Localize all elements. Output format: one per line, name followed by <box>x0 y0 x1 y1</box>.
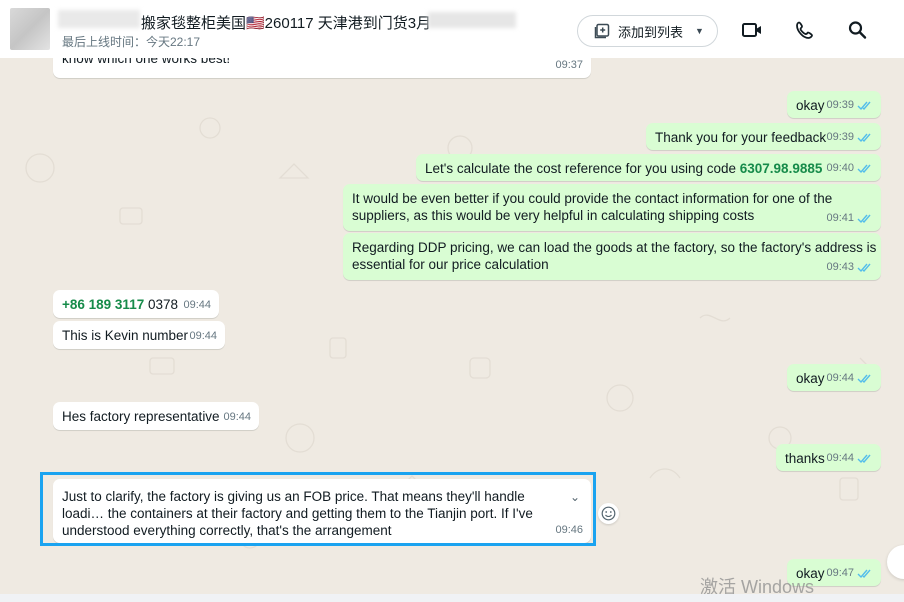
double-check-icon <box>857 454 871 464</box>
emoji-icon <box>601 506 616 521</box>
double-check-icon <box>857 569 871 579</box>
message-incoming[interactable]: know which one works best! 09:37 <box>53 58 591 78</box>
message-outgoing[interactable]: thanks 09:44 <box>776 444 881 471</box>
voice-call-icon[interactable] <box>794 20 816 40</box>
message-meta: 09:39 <box>826 97 873 114</box>
message-incoming[interactable]: Hes factory representative 09:44 <box>53 402 259 430</box>
time-label: 09:40 <box>826 162 854 174</box>
time-label: 09:41 <box>826 212 854 224</box>
time-label: 09:44 <box>826 452 854 464</box>
contact-name[interactable]: 搬家毯整柜美国🇺🇸260117 天津港到门货3月 <box>141 12 431 33</box>
message-time: 09:37 <box>555 58 583 74</box>
message-incoming[interactable]: +86 189 3117 0378 09:44 <box>53 290 219 318</box>
message-incoming[interactable]: This is Kevin number 09:44 <box>53 321 225 349</box>
last-seen-status: 最后上线时间：今天22:17 <box>62 35 201 49</box>
time-label: 09:44 <box>223 411 251 423</box>
time-label: 09:37 <box>555 59 583 71</box>
message-text: know which one works best! <box>62 58 231 66</box>
message-meta: 09:47 <box>826 565 873 582</box>
time-label: 09:46 <box>555 524 583 536</box>
time-label: 09:44 <box>826 372 854 384</box>
contact-avatar[interactable] <box>10 8 50 50</box>
blurred-name-part <box>58 10 140 28</box>
message-text: Just to clarify, the factory is giving u… <box>62 489 533 538</box>
double-check-icon <box>857 164 871 174</box>
message-meta: 09:44 <box>826 370 873 387</box>
message-meta: 09:44 <box>223 409 251 426</box>
message-list[interactable]: know which one works best! 09:37 okay 09… <box>0 58 904 602</box>
message-meta: 09:46 <box>555 522 583 539</box>
double-check-icon <box>857 101 871 111</box>
message-text: Thank you for your feedback <box>655 130 827 145</box>
time-label: 09:43 <box>826 261 854 273</box>
time-label: 09:44 <box>183 299 211 311</box>
time-label: 09:39 <box>826 131 854 143</box>
add-to-list-label: 添加到列表 <box>618 24 684 40</box>
message-menu-chevron-icon[interactable]: ⌄ <box>570 490 580 504</box>
message-meta: 09:40 <box>826 160 873 177</box>
video-call-icon[interactable] <box>741 20 763 40</box>
phone-number-link[interactable]: +86 189 3117 <box>62 297 144 312</box>
message-meta: 09:41 <box>826 210 873 227</box>
chevron-down-icon: ▼ <box>695 26 704 36</box>
add-to-list-icon <box>594 23 610 39</box>
message-meta: 09:44 <box>189 328 217 345</box>
hs-code[interactable]: 6307.98.9885 <box>740 161 823 176</box>
phone-number-rest: 0378 <box>144 297 179 312</box>
message-text: okay <box>796 371 825 386</box>
double-check-icon <box>857 214 871 224</box>
message-meta: 09:43 <box>826 259 873 276</box>
message-meta: 09:39 <box>826 129 873 146</box>
message-text: Let's calculate the cost reference for y… <box>425 161 822 176</box>
composer-bar-edge <box>0 594 904 602</box>
search-icon[interactable] <box>847 20 869 40</box>
message-text: This is Kevin number <box>62 328 189 343</box>
message-text: +86 189 3117 0378 <box>62 297 178 312</box>
time-label: 09:39 <box>826 99 854 111</box>
message-outgoing[interactable]: It would be even better if you could pro… <box>343 184 881 231</box>
chat-header: 搬家毯整柜美国🇺🇸260117 天津港到门货3月 最后上线时间：今天22:17 … <box>0 0 904 58</box>
message-text: okay <box>796 98 825 113</box>
message-outgoing[interactable]: Regarding DDP pricing, we can load the g… <box>343 233 881 280</box>
message-text: Hes factory representative <box>62 409 220 424</box>
time-label: 09:44 <box>189 330 217 342</box>
react-emoji-button[interactable] <box>598 503 619 524</box>
message-outgoing[interactable]: Let's calculate the cost reference for y… <box>416 154 881 181</box>
message-text: Regarding DDP pricing, we can load the g… <box>352 240 877 272</box>
double-check-icon <box>857 263 871 273</box>
time-label: 09:47 <box>826 567 854 579</box>
message-text-part: Let's calculate the cost reference for y… <box>425 161 740 176</box>
double-check-icon <box>857 133 871 143</box>
message-meta: 09:44 <box>826 450 873 467</box>
message-incoming-selected[interactable]: Just to clarify, the factory is giving u… <box>53 479 591 543</box>
message-text: thanks <box>785 451 825 466</box>
message-outgoing[interactable]: okay 09:44 <box>787 364 881 391</box>
message-outgoing[interactable]: okay 09:39 <box>787 91 881 118</box>
message-meta: 09:44 <box>183 297 211 314</box>
add-to-list-button[interactable]: 添加到列表 ▼ <box>577 15 718 47</box>
blurred-name-part <box>428 12 516 28</box>
double-check-icon <box>857 374 871 384</box>
message-text: It would be even better if you could pro… <box>352 191 833 223</box>
message-outgoing[interactable]: Thank you for your feedback 09:39 <box>646 123 881 150</box>
